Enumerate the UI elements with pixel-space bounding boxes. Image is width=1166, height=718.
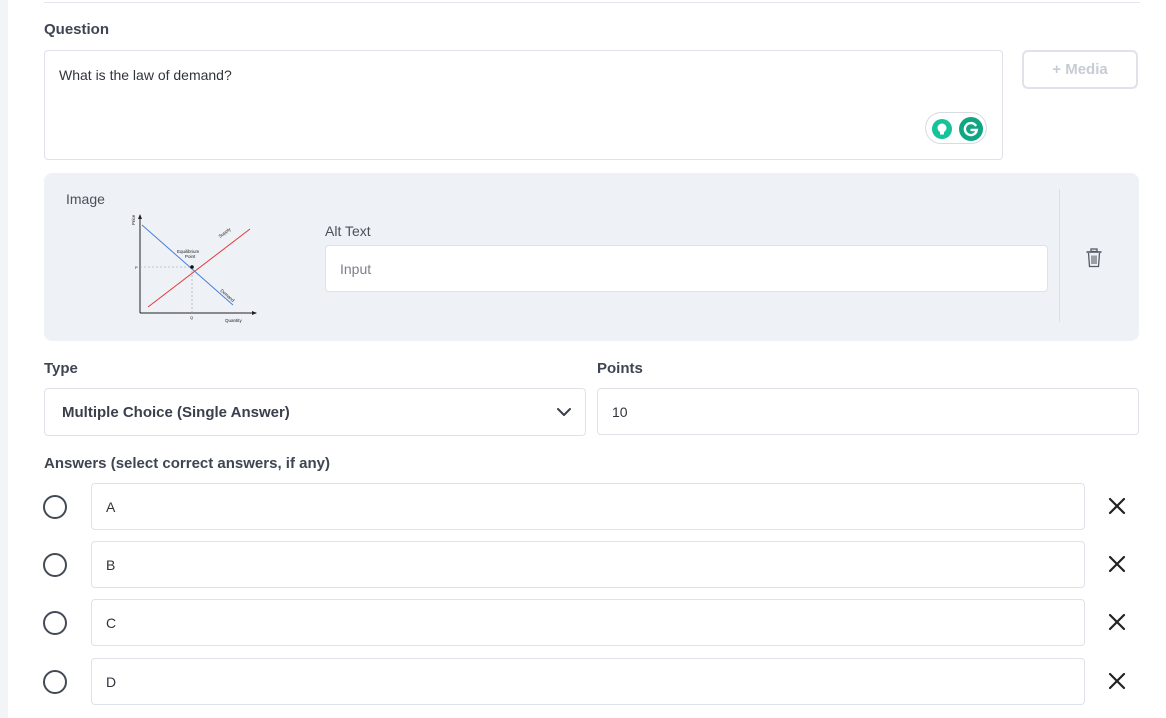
answer-input[interactable]: C [91, 599, 1085, 646]
top-divider [44, 2, 1140, 3]
type-label: Type [44, 360, 78, 377]
close-icon[interactable] [1107, 496, 1127, 516]
trash-icon[interactable] [1085, 248, 1103, 268]
answer-text: C [106, 615, 117, 631]
points-value: 10 [612, 404, 628, 420]
answer-row: D [0, 658, 1166, 706]
y-axis-label: Price [131, 214, 136, 225]
supply-demand-thumbnail: Price Quantity Supply Demand Equilibrium… [131, 214, 257, 323]
panel-divider [1059, 189, 1060, 322]
answer-input[interactable]: A [91, 483, 1085, 530]
image-panel: Image Price Quantity Supply Demand Equil… [44, 173, 1139, 341]
answer-radio[interactable] [43, 495, 67, 519]
close-icon[interactable] [1107, 612, 1127, 632]
alt-text-input[interactable] [325, 245, 1048, 292]
answer-text: A [106, 499, 116, 515]
answer-input[interactable]: B [91, 541, 1085, 588]
points-label: Points [597, 360, 643, 377]
grammarly-widget[interactable] [925, 112, 987, 144]
question-input[interactable]: What is the law of demand? [44, 50, 1003, 160]
alt-text-label: Alt Text [325, 223, 371, 239]
answer-row: B [0, 541, 1166, 589]
lightbulb-icon[interactable] [932, 119, 952, 139]
quantity-mark: Q [190, 315, 193, 320]
close-icon[interactable] [1107, 554, 1127, 574]
x-axis-label: Quantity [225, 318, 243, 323]
price-mark: P [135, 265, 138, 270]
answers-label: Answers (select correct answers, if any) [44, 455, 330, 472]
answer-text: B [106, 557, 116, 573]
answer-radio[interactable] [43, 670, 67, 694]
points-input[interactable]: 10 [597, 388, 1139, 435]
equilibrium-label-line2: Point [185, 254, 196, 259]
question-text: What is the law of demand? [59, 67, 232, 83]
answer-input[interactable]: D [91, 658, 1085, 705]
question-label: Question [44, 21, 110, 38]
image-label: Image [66, 191, 105, 207]
add-media-button[interactable]: + Media [1022, 50, 1138, 89]
answer-row: A [0, 483, 1166, 531]
chevron-down-icon [557, 408, 571, 416]
answer-row: C [0, 599, 1166, 647]
type-selected-value: Multiple Choice (Single Answer) [62, 404, 290, 421]
grammarly-logo-icon[interactable] [959, 117, 983, 141]
supply-label: Supply [218, 226, 233, 239]
answer-radio[interactable] [43, 611, 67, 635]
question-type-select[interactable]: Multiple Choice (Single Answer) [44, 388, 586, 436]
answer-radio[interactable] [43, 553, 67, 577]
answer-text: D [106, 674, 117, 690]
close-icon[interactable] [1107, 671, 1127, 691]
